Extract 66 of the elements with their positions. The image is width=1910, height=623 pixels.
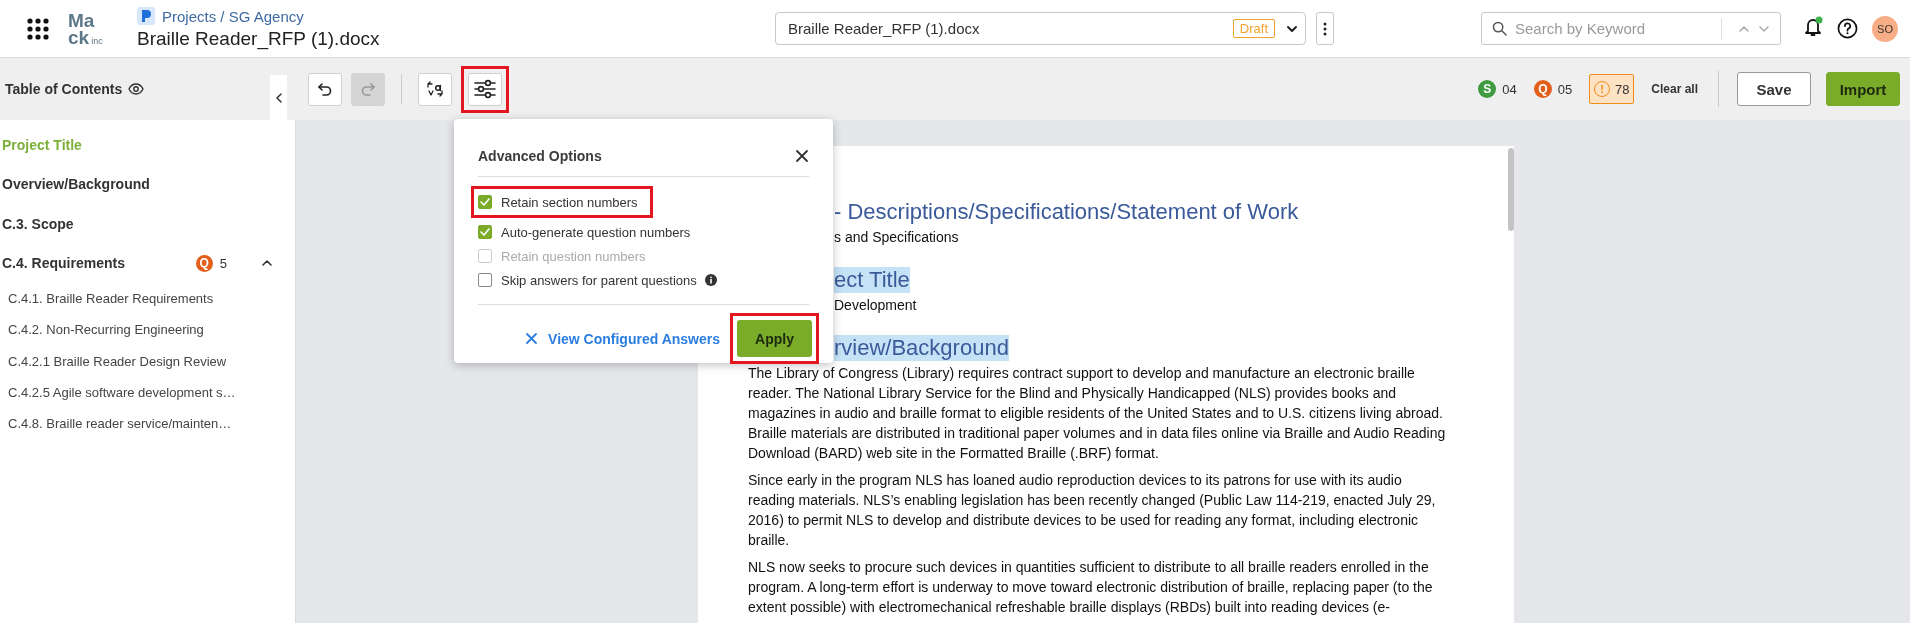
collapse-sidebar-button[interactable] [270, 75, 287, 120]
logo: Ma ck inc [68, 11, 104, 46]
undo-icon [317, 81, 333, 97]
redo-icon [360, 81, 376, 97]
translate-button[interactable] [418, 72, 452, 106]
clear-all-link[interactable]: Clear all [1651, 82, 1698, 96]
toc-item[interactable]: Overview/Background [0, 176, 150, 193]
search-bar[interactable]: Search by Keyword [1481, 12, 1781, 45]
app-icon [137, 7, 155, 25]
save-button[interactable]: Save [1737, 72, 1811, 106]
status-badge: Q [1533, 80, 1552, 98]
close-icon[interactable] [795, 148, 809, 163]
toc-subitem[interactable]: C.4.2.1 Braille Reader Design Review [8, 353, 227, 369]
body-text: Development [834, 296, 917, 314]
advanced-options-button[interactable] [468, 72, 502, 106]
section-heading: - Descriptions/Specifications/Statement of Work [834, 199, 1299, 225]
status-badge: Draft [1232, 19, 1275, 38]
popup-title: Advanced Options [478, 147, 602, 164]
apply-button[interactable]: Apply [737, 320, 812, 357]
document-select[interactable]: Braille Reader_RFP (1).docx Draft [775, 12, 1306, 45]
option-label: Retain question numbers [501, 248, 646, 264]
paragraph: NLS now seeks to procure such devices in quantities sufficient to distribute to all braille readers enrolled in the program. A long-term effort is underway to move toward electronic distribution of braille, replacing paper (to the extent possible) with electromechanical refreshable braille displays (RBDs) built into reading devices (e- [748, 558, 1434, 617]
checkbox[interactable] [478, 273, 492, 287]
help-icon[interactable] [1837, 18, 1858, 39]
apps-grid-icon[interactable] [27, 17, 49, 40]
checkmark-icon [480, 228, 490, 236]
search-icon [1492, 21, 1507, 36]
option-label: Retain section numbers [501, 194, 638, 210]
view-answers-link[interactable]: View Configured Answers [525, 330, 720, 347]
toc-item[interactable]: C.3. Scope [0, 215, 74, 232]
sliders-icon [474, 79, 496, 99]
toc-item[interactable]: C.4. Requirements [0, 255, 125, 272]
user-avatar[interactable]: SO [1872, 15, 1898, 42]
chevron-left-icon [274, 92, 283, 103]
highlighted-heading: rview/Background [834, 335, 1009, 361]
checkbox[interactable] [478, 195, 492, 209]
body-text: s and Specifications [834, 228, 959, 246]
checkbox[interactable] [478, 225, 492, 239]
checkmark-icon [480, 198, 490, 206]
toc-subitem[interactable]: C.4.1. Braille Reader Requirements [8, 291, 214, 307]
bell-icon[interactable] [1803, 16, 1823, 37]
highlighted-heading: ect Title [834, 267, 910, 293]
count-label: 05 [1557, 81, 1573, 97]
option-label: Auto-generate question numbers [501, 224, 691, 240]
count-label: 04 [1502, 81, 1517, 97]
warnings-filter-button[interactable]: ! 78 [1589, 74, 1635, 104]
import-button[interactable]: Import [1826, 72, 1900, 106]
breadcrumb-link[interactable]: Projects / SG Agency [162, 7, 304, 25]
status-badge: S [1478, 80, 1497, 98]
kebab-icon [1323, 21, 1327, 36]
toc-subitem[interactable]: C.4.8. Braille reader service/mainten… [8, 416, 232, 432]
eye-icon[interactable] [128, 81, 145, 97]
toc-subitem[interactable]: C.4.2. Non-Recurring Engineering [8, 322, 204, 338]
question-count: 5 [219, 255, 227, 271]
question-badge: Q [195, 254, 213, 272]
info-icon[interactable] [704, 274, 717, 286]
more-options-button[interactable] [1316, 12, 1334, 45]
scrollbar[interactable] [1508, 148, 1514, 231]
option-label: Skip answers for parent questions [501, 272, 697, 288]
paragraph: Since early in the program NLS has loaned audio reproduction devices to its patrons for use with its audio reading materials. NLS’s enabling legislation has been recently changed (Public Law 114-219, enacted July 29, 2016) to permit NLS to develop and distribute devices to be used for reading any format, including electronic braille. [748, 471, 1437, 550]
undo-button[interactable] [308, 72, 342, 106]
paragraph: The Library of Congress (Library) requires contract support to develop and manufacture an electronic braille reader. The National Library Service for the Blind and Physically Handicapped (NLS) provides books and magazines in audio and braille format to eligible residents of the United States and to U.S. citizens living abroad. Braille materials are distributed in traditional paper volumes and in data files online via Braille and Audio Reading Download (BARD) web site in the Formatted Braille (.BRF) format. [748, 364, 1447, 463]
toc-subitem[interactable]: C.4.2.5 Agile software development s… [8, 385, 236, 401]
document-title: Braille Reader_RFP (1).docx [137, 28, 380, 50]
translate-icon [426, 80, 444, 98]
sidebar-title: Table of Contents [5, 81, 123, 97]
